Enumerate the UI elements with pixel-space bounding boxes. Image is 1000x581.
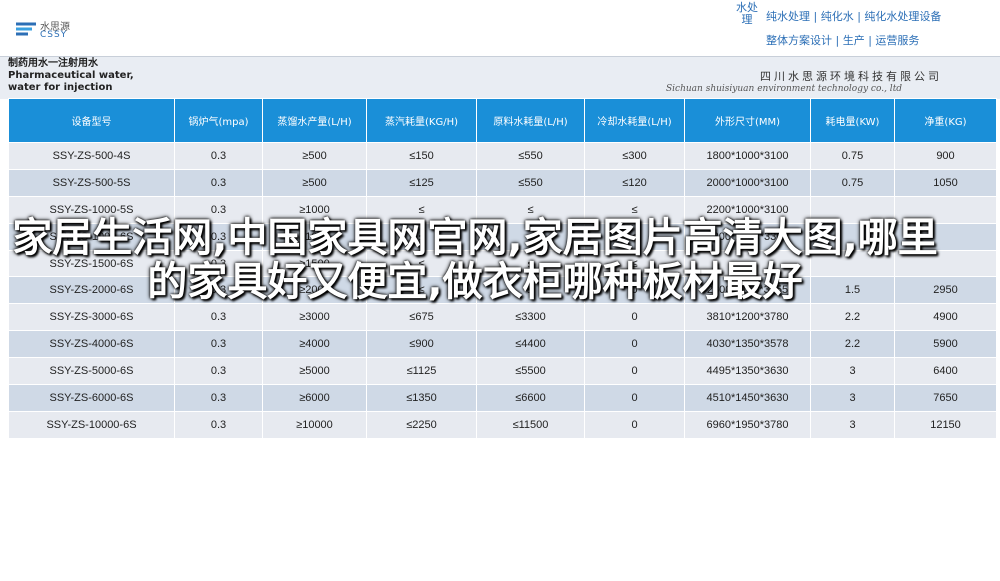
table-cell: 4030*1350*3578 (684, 330, 811, 359)
table-cell: ≤120 (584, 168, 685, 197)
table-cell: 0.75 (810, 142, 895, 170)
table-cell: 0 (584, 410, 685, 439)
table-row: SSY-ZS-4000-6S 0.3 ≥4000 ≤900 ≤4400 0 4030*135… (8, 330, 997, 359)
table-row: SSY-ZS-10000-6S 0.3 ≥10000 ≤2250 ≤11500 0 6960… (8, 410, 997, 439)
table-cell: SSY-ZS-6000-6S (8, 384, 175, 412)
table-cell: ≤125 (366, 168, 477, 197)
table-cell: 3 (810, 384, 895, 412)
table-cell: SSY-ZS-10000-6S (8, 410, 175, 439)
table-cell: ≤5500 (476, 357, 585, 386)
table-cell: ≤900 (366, 330, 477, 359)
col-dimensions: 外形尺寸(MM) (684, 98, 811, 143)
col-steam-consumption: 蒸汽耗量(KG/H) (366, 98, 477, 143)
table-cell: 0.3 (174, 410, 263, 439)
vertical-label: 水处理 (736, 1, 758, 26)
company-name-cn: 四川水思源环境科技有限公司 (760, 70, 942, 83)
table-cell: 3810*1200*3780 (684, 303, 811, 332)
col-model: 设备型号 (8, 98, 175, 143)
slogan-line-1: 纯水处理 | 纯化水 | 纯化水处理设备 (766, 10, 942, 23)
table-cell: ≥5000 (262, 357, 367, 386)
table-cell: 0.3 (174, 330, 263, 359)
table-cell: SSY-ZS-500-4S (8, 142, 175, 170)
table-row: SSY-ZS-500-5S 0.3 ≥500 ≤125 ≤550 ≤120 2000*100… (8, 168, 997, 197)
table-row: SSY-ZS-6000-6S 0.3 ≥6000 ≤1350 ≤6600 0 4510*14… (8, 384, 997, 412)
table-cell: SSY-ZS-4000-6S (8, 330, 175, 359)
table-cell: 0.3 (174, 303, 263, 332)
top-header: 水思源 CSSY 水处理 纯水处理 | 纯化水 | 纯化水处理设备 整体方案设计… (0, 0, 1000, 56)
table-cell: 6400 (894, 357, 997, 386)
table-cell: ≤1350 (366, 384, 477, 412)
overlay-caption: 家居生活网,中国家具网官网,家居图片高清大图,哪里的家具好又便宜,做衣柜哪种板材… (12, 215, 938, 305)
table-cell: 0.3 (174, 384, 263, 412)
table-cell: ≤1125 (366, 357, 477, 386)
table-cell: 0.75 (810, 168, 895, 197)
table-cell: 12150 (894, 410, 997, 439)
table-row: SSY-ZS-5000-6S 0.3 ≥5000 ≤1125 ≤5500 0 4495*13… (8, 357, 997, 386)
table-cell: 900 (894, 142, 997, 170)
table-cell: ≥500 (262, 142, 367, 170)
table-cell: 4510*1450*3630 (684, 384, 811, 412)
brand-name-en: CSSY (40, 30, 68, 40)
table-cell: 0 (584, 330, 685, 359)
table-cell: ≥4000 (262, 330, 367, 359)
table-cell: 0.3 (174, 168, 263, 197)
table-cell: 3 (810, 410, 895, 439)
table-cell: 2000*1000*3100 (684, 168, 811, 197)
table-cell: 5900 (894, 330, 997, 359)
table-cell: 0 (584, 357, 685, 386)
table-cell: ≤6600 (476, 384, 585, 412)
table-cell: ≤4400 (476, 330, 585, 359)
table-cell: 4900 (894, 303, 997, 332)
table-cell: 3 (810, 357, 895, 386)
table-cell: 2.2 (810, 303, 895, 332)
table-cell: ≤2250 (366, 410, 477, 439)
table-cell: 0 (584, 303, 685, 332)
table-row: SSY-ZS-500-4S 0.3 ≥500 ≤150 ≤550 ≤300 1800*100… (8, 142, 997, 170)
table-cell: ≤550 (476, 142, 585, 170)
table-cell: 0.3 (174, 142, 263, 170)
table-cell: ≥3000 (262, 303, 367, 332)
col-boiler-pressure: 锅炉气(mpa) (174, 98, 263, 143)
company-name-en: Sichuan shuisiyuan environment technolog… (666, 84, 903, 94)
slogan-line-2: 整体方案设计 | 生产 | 运营服务 (766, 34, 920, 47)
table-header-row: 设备型号 锅炉气(mpa) 蒸馏水产量(L/H) 蒸汽耗量(KG/H) 原料水耗… (8, 98, 997, 143)
table-cell: 1800*1000*3100 (684, 142, 811, 170)
table-cell: ≥6000 (262, 384, 367, 412)
table-cell: 4495*1350*3630 (684, 357, 811, 386)
table-cell: 0.3 (174, 357, 263, 386)
table-cell: 0 (584, 384, 685, 412)
table-cell: SSY-ZS-500-5S (8, 168, 175, 197)
table-cell: ≤150 (366, 142, 477, 170)
col-power: 耗电量(KW) (810, 98, 895, 143)
brand-logo[interactable]: 水思源 CSSY (14, 16, 94, 42)
table-cell: 7650 (894, 384, 997, 412)
table-cell: SSY-ZS-3000-6S (8, 303, 175, 332)
col-cooling-water: 冷却水耗量(L/H) (584, 98, 685, 143)
table-cell: 6960*1950*3780 (684, 410, 811, 439)
table-cell: ≤300 (584, 142, 685, 170)
table-cell: ≥500 (262, 168, 367, 197)
col-raw-water: 原料水耗量(L/H) (476, 98, 585, 143)
table-row: SSY-ZS-3000-6S 0.3 ≥3000 ≤675 ≤3300 0 3810*120… (8, 303, 997, 332)
table-cell: 2.2 (810, 330, 895, 359)
table-cell: ≤675 (366, 303, 477, 332)
table-cell: SSY-ZS-5000-6S (8, 357, 175, 386)
table-cell: ≤3300 (476, 303, 585, 332)
table-cell: 1050 (894, 168, 997, 197)
table-cell: ≤11500 (476, 410, 585, 439)
table-cell: ≤550 (476, 168, 585, 197)
product-title: 制药用水一注射用水 Pharmaceutical water, water fo… (8, 58, 134, 93)
col-distilled-output: 蒸馏水产量(L/H) (262, 98, 367, 143)
table-cell: ≥10000 (262, 410, 367, 439)
col-net-weight: 净重(KG) (894, 98, 997, 143)
water-drop-logo-icon (16, 22, 36, 36)
